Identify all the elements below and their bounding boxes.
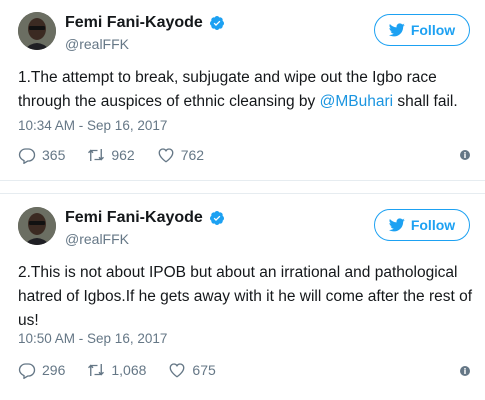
timestamp[interactable]: 10:34 AM - Sep 16, 2017 bbox=[18, 118, 167, 133]
reply-icon bbox=[18, 363, 36, 379]
mention-link[interactable]: @MBuhari bbox=[320, 93, 393, 110]
retweet-button[interactable]: 962 bbox=[87, 146, 135, 164]
avatar[interactable] bbox=[18, 12, 56, 50]
tweet-text: 1.The attempt to break, subjugate and wi… bbox=[18, 66, 480, 114]
display-name[interactable]: Femi Fani-Kayode bbox=[65, 209, 203, 227]
name-row: Femi Fani-Kayode bbox=[65, 14, 225, 32]
tweet-text-part: shall fail. bbox=[393, 93, 458, 110]
tweet-card-2: Femi Fani-Kayode @realFFK Follow 2.This … bbox=[0, 195, 485, 379]
like-icon bbox=[158, 148, 174, 163]
reply-icon bbox=[18, 148, 36, 164]
tweet-card-1: Femi Fani-Kayode @realFFK Follow 1.The a… bbox=[0, 0, 485, 178]
reply-count: 296 bbox=[42, 362, 66, 378]
tweet-separator bbox=[0, 180, 485, 194]
like-count: 762 bbox=[180, 147, 205, 163]
verified-badge-icon bbox=[209, 16, 224, 30]
retweet-icon bbox=[88, 364, 105, 376]
twitter-bird-icon bbox=[388, 23, 405, 37]
verified-badge-icon bbox=[209, 211, 224, 225]
retweet-icon bbox=[88, 149, 105, 161]
follow-label: Follow bbox=[410, 217, 456, 233]
like-icon bbox=[169, 363, 185, 378]
like-button[interactable]: 675 bbox=[168, 361, 216, 379]
retweet-count: 962 bbox=[111, 147, 135, 163]
reply-count: 365 bbox=[42, 147, 66, 163]
retweet-count: 1,068 bbox=[111, 362, 147, 378]
follow-button[interactable]: Follow bbox=[374, 209, 470, 241]
follow-button[interactable]: Follow bbox=[374, 14, 470, 46]
reply-button[interactable]: 296 bbox=[18, 361, 65, 379]
info-icon[interactable]: i bbox=[460, 150, 470, 160]
like-count: 675 bbox=[192, 362, 216, 378]
retweet-button[interactable]: 1,068 bbox=[87, 361, 146, 379]
reply-button[interactable]: 365 bbox=[18, 146, 65, 164]
like-button[interactable]: 762 bbox=[157, 146, 204, 164]
follow-label: Follow bbox=[410, 22, 456, 38]
twitter-bird-icon bbox=[388, 218, 405, 232]
info-icon[interactable]: i bbox=[460, 366, 470, 376]
timestamp[interactable]: 10:50 AM - Sep 16, 2017 bbox=[18, 331, 167, 346]
handle[interactable]: @realFFK bbox=[65, 36, 129, 52]
action-bar: 365 962 762 bbox=[18, 146, 226, 164]
action-bar: 296 1,068 675 bbox=[18, 361, 238, 379]
avatar[interactable] bbox=[18, 207, 56, 245]
tweet-text: 2.This is not about IPOB but about an ir… bbox=[18, 264, 473, 329]
name-row: Femi Fani-Kayode bbox=[65, 209, 225, 227]
handle[interactable]: @realFFK bbox=[65, 231, 129, 247]
display-name[interactable]: Femi Fani-Kayode bbox=[65, 14, 203, 32]
